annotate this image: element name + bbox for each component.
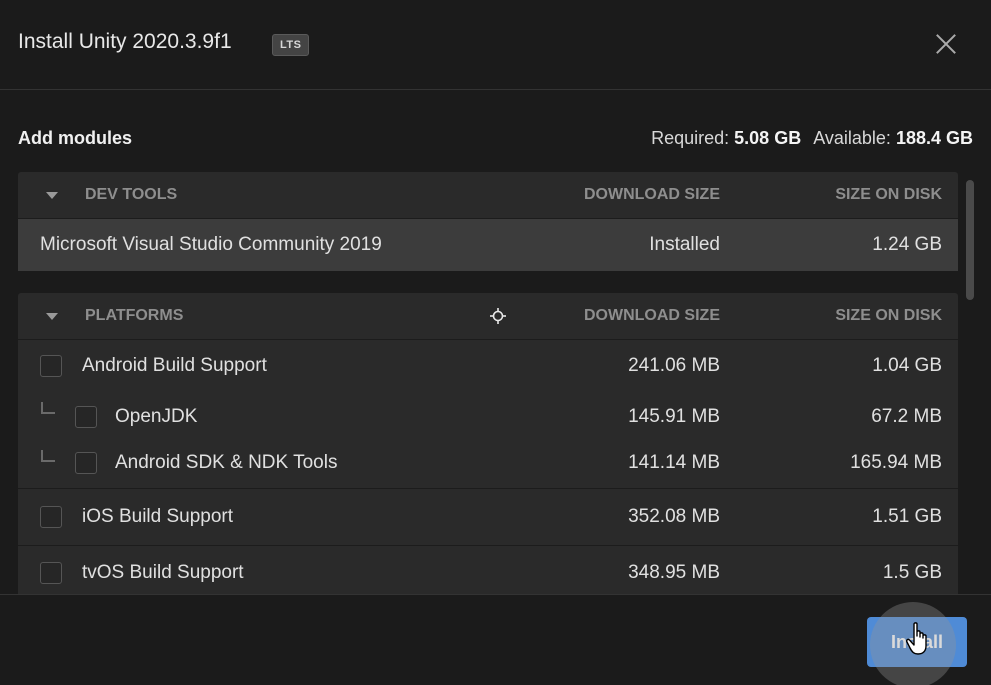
checkbox-ios-build-support[interactable]	[40, 506, 62, 528]
group-header-platforms: PLATFORMS DOWNLOAD SIZE SIZE ON DISK	[18, 293, 958, 340]
crosshair-icon	[490, 308, 506, 324]
module-name: tvOS Build Support	[82, 562, 244, 583]
module-download-size: 348.95 MB	[628, 562, 720, 583]
chevron-down-icon[interactable]	[46, 313, 58, 320]
required-value: 5.08 GB	[734, 128, 802, 148]
group-header-dev-tools: DEV TOOLS DOWNLOAD SIZE SIZE ON DISK	[18, 172, 958, 219]
lts-badge: LTS	[272, 34, 310, 56]
checkbox-android-build-support[interactable]	[40, 355, 62, 377]
module-row-visual-studio[interactable]: Microsoft Visual Studio Community 2019 I…	[18, 219, 958, 271]
tree-connector-icon	[41, 450, 55, 462]
module-name: iOS Build Support	[82, 506, 234, 527]
module-row-ios-build-support[interactable]: iOS Build Support 352.08 MB 1.51 GB	[18, 488, 958, 545]
install-button[interactable]: Install	[867, 617, 967, 667]
install-dialog: Install Unity 2020.3.9f1 LTS Add modules…	[0, 0, 991, 685]
add-modules-heading: Add modules	[18, 128, 133, 148]
group-platforms: PLATFORMS DOWNLOAD SIZE SIZE ON DISK And…	[18, 293, 958, 594]
modules-list[interactable]: DEV TOOLS DOWNLOAD SIZE SIZE ON DISK Mic…	[18, 172, 958, 594]
module-name: Android SDK & NDK Tools	[115, 452, 338, 473]
tree-connector-icon	[41, 402, 55, 414]
required-label: Required:	[651, 128, 730, 148]
checkbox-openjdk[interactable]	[75, 406, 97, 428]
module-download-size: Installed	[649, 234, 720, 255]
group-dev-tools: DEV TOOLS DOWNLOAD SIZE SIZE ON DISK Mic…	[18, 172, 958, 271]
column-header-size-on-disk: SIZE ON DISK	[835, 307, 942, 324]
close-icon[interactable]	[930, 28, 962, 60]
column-header-download-size: DOWNLOAD SIZE	[584, 186, 720, 203]
available-value: 188.4 GB	[895, 128, 973, 148]
module-download-size: 141.14 MB	[628, 452, 720, 473]
module-size-on-disk: 165.94 MB	[850, 452, 942, 473]
module-name: Microsoft Visual Studio Community 2019	[40, 234, 382, 255]
module-size-on-disk: 67.2 MB	[871, 406, 942, 427]
module-size-on-disk: 1.04 GB	[872, 355, 942, 376]
module-download-size: 145.91 MB	[628, 406, 720, 427]
module-size-on-disk: 1.24 GB	[872, 234, 942, 255]
module-size-on-disk: 1.5 GB	[882, 562, 942, 583]
checkbox-tvos-build-support[interactable]	[40, 562, 62, 584]
module-download-size: 352.08 MB	[628, 506, 720, 527]
module-name: OpenJDK	[115, 406, 198, 427]
dialog-title: Install Unity 2020.3.9f1	[18, 30, 232, 53]
dialog-header: Install Unity 2020.3.9f1 LTS	[0, 0, 991, 90]
disk-space-info: Required: 5.08 GB Available: 188.4 GB	[651, 128, 973, 149]
module-row-android-sdk-ndk[interactable]: Android SDK & NDK Tools 141.14 MB 165.94…	[18, 440, 958, 488]
dialog-footer	[0, 594, 991, 685]
module-row-tvos-build-support[interactable]: tvOS Build Support 348.95 MB 1.5 GB	[18, 545, 958, 594]
module-size-on-disk: 1.51 GB	[872, 506, 942, 527]
column-header-download-size: DOWNLOAD SIZE	[584, 307, 720, 324]
scrollbar-thumb[interactable]	[966, 180, 974, 300]
checkbox-android-sdk-ndk[interactable]	[75, 452, 97, 474]
module-name: Android Build Support	[82, 355, 267, 376]
available-label: Available:	[813, 128, 891, 148]
chevron-down-icon[interactable]	[46, 192, 58, 199]
column-header-size-on-disk: SIZE ON DISK	[835, 186, 942, 203]
module-row-android-build-support[interactable]: Android Build Support 241.06 MB 1.04 GB	[18, 340, 958, 392]
module-row-openjdk[interactable]: OpenJDK 145.91 MB 67.2 MB	[18, 392, 958, 440]
group-name: DEV TOOLS	[85, 186, 178, 203]
group-name: PLATFORMS	[85, 307, 184, 324]
module-download-size: 241.06 MB	[628, 355, 720, 376]
